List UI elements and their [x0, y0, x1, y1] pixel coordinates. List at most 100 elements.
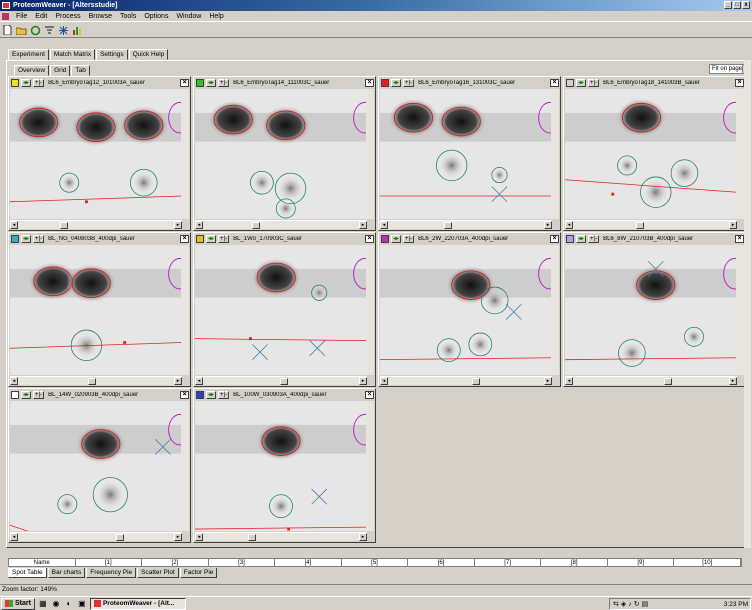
scroll-right-icon[interactable]: ▸: [544, 377, 552, 385]
zoom-buttons[interactable]: +|-: [403, 235, 415, 243]
vertical-scrollbar[interactable]: [181, 89, 189, 219]
scroll-right-icon[interactable]: ▸: [729, 221, 737, 229]
gel-panel[interactable]: ◂▸ +|- BL_100W_030903A_400dpi_sauer × ◂ ▸: [193, 388, 376, 543]
horizontal-scrollbar[interactable]: ◂ ▸: [195, 376, 367, 385]
tray-volume-icon[interactable]: ♪: [628, 601, 632, 608]
horizontal-scrollbar[interactable]: ◂ ▸: [10, 376, 182, 385]
tab-overview[interactable]: Overview: [14, 65, 50, 76]
bar-chart-icon[interactable]: [72, 25, 83, 36]
scroll-right-icon[interactable]: ▸: [359, 377, 367, 385]
zoom-buttons[interactable]: +|-: [588, 79, 600, 87]
tray-language-icon[interactable]: ▤: [642, 600, 649, 608]
menu-options[interactable]: Options: [140, 13, 172, 20]
nav-arrows-icon[interactable]: ◂▸: [391, 79, 402, 87]
gel-panel[interactable]: ◂▸ +|- BL6_EmbryoTag12_101003A_sauer × ◂ ▸: [8, 76, 191, 231]
horizontal-scrollbar[interactable]: ◂ ▸: [380, 220, 552, 229]
media-icon[interactable]: ◐: [64, 599, 74, 609]
horizontal-scrollbar[interactable]: ◂ ▸: [565, 220, 737, 229]
nav-arrows-icon[interactable]: ◂▸: [21, 79, 32, 87]
minimize-button[interactable]: _: [724, 1, 732, 9]
zoom-buttons[interactable]: +|-: [218, 235, 230, 243]
zoom-buttons[interactable]: +|-: [588, 235, 600, 243]
zoom-buttons[interactable]: +|-: [218, 79, 230, 87]
horizontal-scrollbar[interactable]: ◂ ▸: [195, 532, 367, 541]
zoom-buttons[interactable]: +|-: [403, 79, 415, 87]
table-column-header[interactable]: [9]: [608, 559, 675, 566]
nav-arrows-icon[interactable]: ◂▸: [206, 79, 217, 87]
table-column-header[interactable]: Name: [9, 559, 76, 566]
close-button[interactable]: x: [742, 1, 750, 9]
close-icon[interactable]: ×: [180, 235, 189, 243]
menu-browse[interactable]: Browse: [85, 13, 116, 20]
scroll-left-icon[interactable]: ◂: [380, 377, 388, 385]
scroll-left-icon[interactable]: ◂: [10, 377, 18, 385]
gel-image[interactable]: [10, 89, 182, 219]
close-icon[interactable]: ×: [180, 391, 189, 399]
nav-arrows-icon[interactable]: ◂▸: [576, 79, 587, 87]
gel-image[interactable]: [10, 245, 182, 375]
vertical-scrollbar[interactable]: [181, 401, 189, 531]
scroll-left-icon[interactable]: ◂: [565, 377, 573, 385]
scroll-thumb[interactable]: [248, 534, 256, 541]
scroll-thumb[interactable]: [636, 222, 644, 229]
maximize-button[interactable]: □: [733, 1, 741, 9]
tray-network-icon[interactable]: ⇆: [613, 600, 619, 608]
gel-panel[interactable]: ◂▸ +|- BL6_EmbryoTag14_111003C_sauer × ◂ ▸: [193, 76, 376, 231]
scroll-thumb[interactable]: [116, 534, 124, 541]
scroll-right-icon[interactable]: ▸: [729, 377, 737, 385]
zoom-buttons[interactable]: +|-: [33, 79, 45, 87]
zoom-buttons[interactable]: +|-: [33, 391, 45, 399]
menu-window[interactable]: Window: [172, 13, 205, 20]
gel-image[interactable]: [195, 401, 367, 531]
zoom-buttons[interactable]: +|-: [218, 391, 230, 399]
gel-panel[interactable]: ◂▸ +|- BL6_EmbryoTag16_131003C_sauer × ◂ ▸: [378, 76, 561, 231]
vertical-scrollbar[interactable]: [736, 89, 744, 219]
close-icon[interactable]: ×: [550, 235, 559, 243]
color-swatch[interactable]: [566, 79, 574, 87]
gel-panel[interactable]: ◂▸ +|- BL6_8W_210703B_400dpi_sauer × ◂ ▸: [563, 232, 746, 387]
close-icon[interactable]: ×: [735, 235, 744, 243]
color-swatch[interactable]: [11, 79, 19, 87]
vertical-scrollbar[interactable]: [551, 89, 559, 219]
horizontal-scrollbar[interactable]: ◂ ▸: [10, 532, 182, 541]
tab-spot-table[interactable]: Spot Table: [8, 568, 47, 578]
table-column-header[interactable]: [8]: [541, 559, 608, 566]
menu-process[interactable]: Process: [51, 13, 84, 20]
app-shortcut-icon[interactable]: ▣: [77, 599, 87, 609]
gel-image[interactable]: [565, 89, 737, 219]
task-proteomweaver[interactable]: ProteomWeaver - [Alt...: [89, 597, 186, 610]
nav-arrows-icon[interactable]: ◂▸: [391, 235, 402, 243]
color-swatch[interactable]: [381, 235, 389, 243]
close-icon[interactable]: ×: [180, 79, 189, 87]
scroll-right-icon[interactable]: ▸: [359, 533, 367, 541]
scroll-thumb[interactable]: [88, 378, 96, 385]
scroll-left-icon[interactable]: ◂: [10, 221, 18, 229]
menu-tools[interactable]: Tools: [116, 13, 140, 20]
scroll-thumb[interactable]: [60, 222, 68, 229]
table-column-header[interactable]: [5]: [342, 559, 409, 566]
grid-vertical-scrollbar[interactable]: [744, 60, 751, 548]
scroll-thumb[interactable]: [444, 222, 452, 229]
vertical-scrollbar[interactable]: [366, 401, 374, 531]
nav-arrows-icon[interactable]: ◂▸: [21, 235, 32, 243]
scroll-right-icon[interactable]: ▸: [174, 533, 182, 541]
color-swatch[interactable]: [196, 79, 204, 87]
color-swatch[interactable]: [381, 79, 389, 87]
gel-image[interactable]: [10, 401, 182, 531]
gel-panel[interactable]: ◂▸ +|- BL6_EmbryoTag18_141003B_sauer × ◂ ▸: [563, 76, 746, 231]
desktop-icon[interactable]: ▦: [38, 599, 48, 609]
gel-image[interactable]: [380, 89, 552, 219]
vertical-scrollbar[interactable]: [181, 245, 189, 375]
scroll-right-icon[interactable]: ▸: [174, 221, 182, 229]
table-column-header[interactable]: [6]: [408, 559, 475, 566]
scroll-right-icon[interactable]: ▸: [544, 221, 552, 229]
table-column-header[interactable]: [3]: [209, 559, 276, 566]
tab-match-matrix[interactable]: Match Matrix: [49, 49, 96, 60]
table-column-header[interactable]: [10]: [674, 559, 742, 566]
zoom-buttons[interactable]: +|-: [33, 235, 45, 243]
scroll-thumb[interactable]: [472, 378, 480, 385]
gel-image[interactable]: [195, 89, 367, 219]
tab-settings[interactable]: Settings: [96, 49, 128, 60]
close-icon[interactable]: ×: [735, 79, 744, 87]
scroll-left-icon[interactable]: ◂: [195, 377, 203, 385]
